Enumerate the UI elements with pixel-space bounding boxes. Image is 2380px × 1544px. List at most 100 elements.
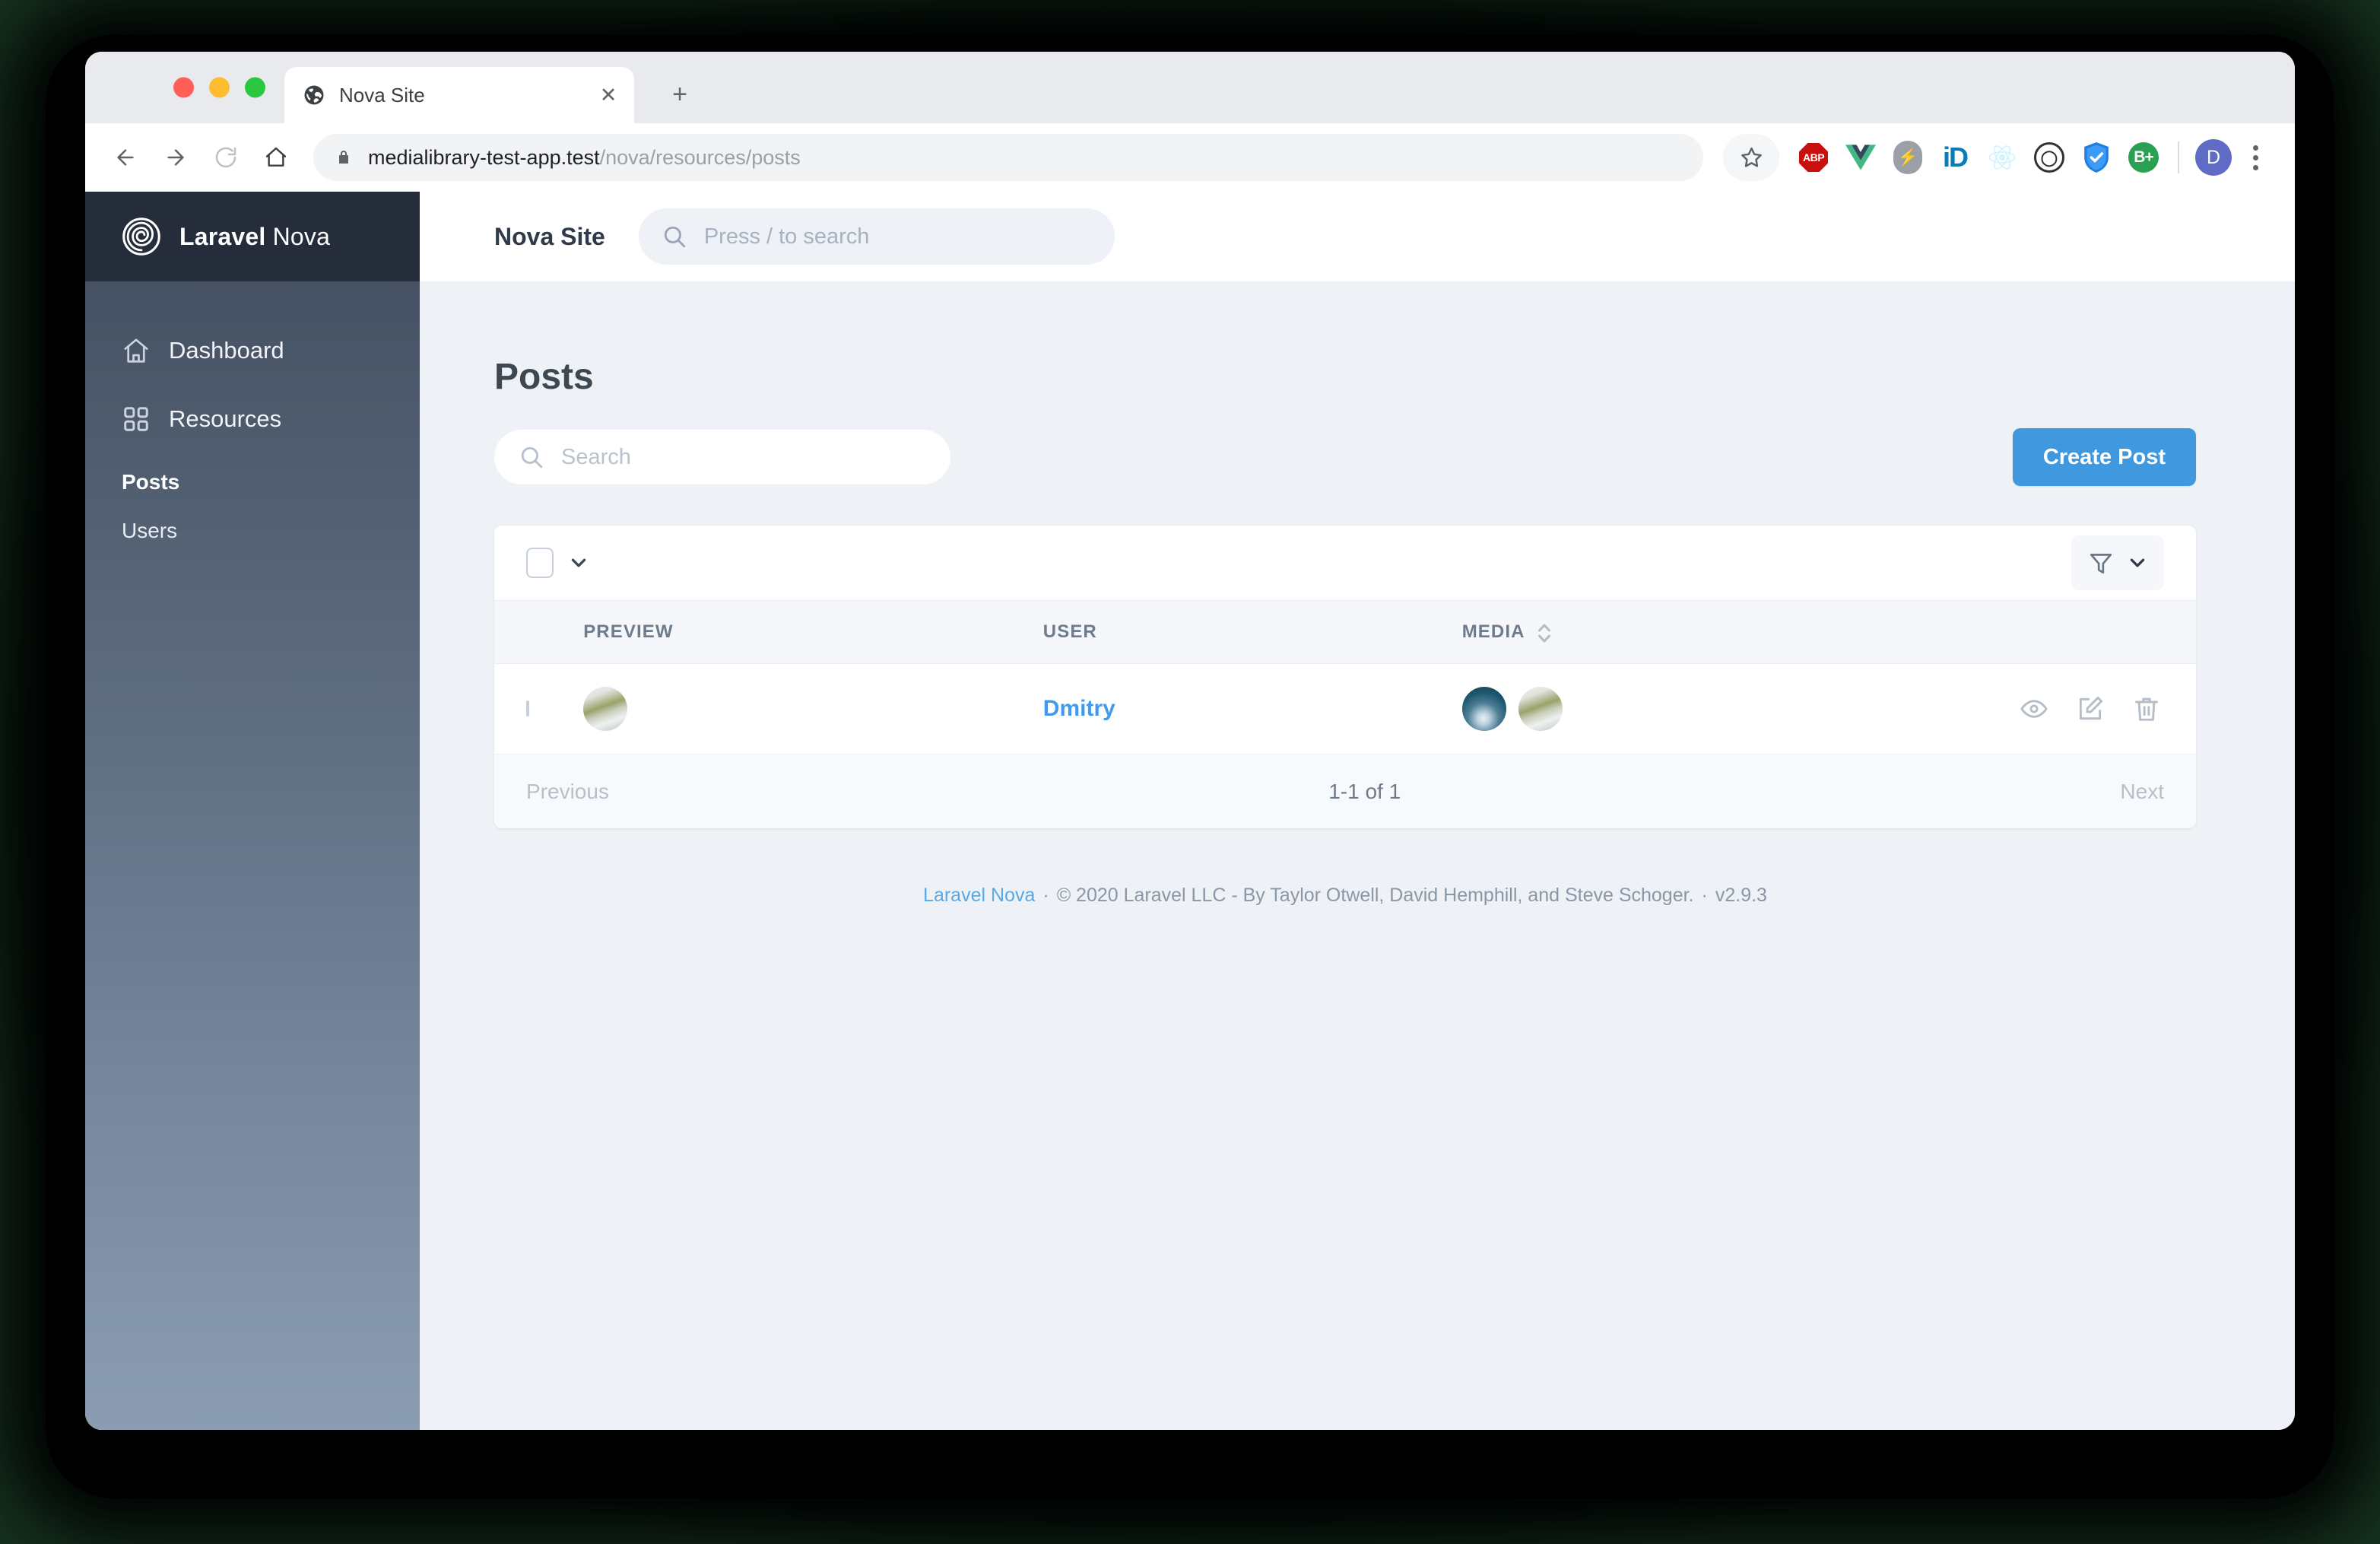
react-devtools-icon[interactable] [1979,134,2026,181]
column-label: MEDIA [1461,621,1525,642]
three-dots-icon[interactable] [2237,136,2274,179]
reload-button[interactable] [202,134,249,181]
trash-icon[interactable] [2132,694,2161,723]
search-placeholder: Search [561,444,631,469]
star-icon[interactable] [1723,134,1779,181]
adblock-plus-icon[interactable]: ABP [1790,134,1837,181]
row-checkbox-cell [494,664,583,755]
bolt-extension-icon[interactable]: ⚡ [1884,134,1931,181]
sidebar-item-users[interactable]: Users [85,511,420,551]
row-actions-cell [2020,664,2196,755]
footer-separator: · [1042,885,1049,906]
media-cell [1461,664,2020,755]
minimize-window-button[interactable] [209,77,230,98]
pagination-bar: Previous 1-1 of 1 Next [494,754,2196,828]
sidebar-subitem-label: Posts [122,470,180,494]
maximize-window-button[interactable] [245,77,265,98]
sidebar-brand[interactable]: Laravel Nova [85,192,420,281]
chevron-down-icon[interactable] [569,553,589,573]
brand-regular: Nova [265,222,331,250]
chevron-down-icon [2128,553,2147,573]
global-search-placeholder: Press / to search [703,224,870,249]
preview-cell [583,664,1043,755]
new-tab-button[interactable]: + [663,78,697,111]
sidebar-item-posts[interactable]: Posts [85,462,420,502]
resource-toolbar: Search Create Post [494,428,2196,486]
url-path: /nova/resources/posts [599,145,801,169]
media-thumbnail[interactable] [1518,687,1563,731]
table-body: Dmitry [494,664,2196,755]
global-search-input[interactable]: Press / to search [638,208,1115,265]
create-post-button[interactable]: Create Post [2012,428,2196,486]
sort-arrows-icon[interactable] [1536,621,1553,643]
jetbrains-ide-icon[interactable]: iD [1931,134,1979,181]
address-bar[interactable]: medialibrary-test-app.test/nova/resource… [313,134,1703,181]
browser-toolbar: medialibrary-test-app.test/nova/resource… [85,123,2295,192]
sidebar-item-label: Resources [169,405,282,432]
user-link[interactable]: Dmitry [1043,696,1115,721]
table-row[interactable]: Dmitry [494,664,2196,755]
sidebar-item-dashboard[interactable]: Dashboard [85,326,420,376]
pagination-count: 1-1 of 1 [1328,779,1401,803]
column-label: PREVIEW [583,621,674,642]
page-body: Posts Search Create Post PREVIEW USER ME… [420,281,2295,1430]
close-window-button[interactable] [173,77,194,98]
1password-icon[interactable]: ◯ [2026,134,2073,181]
select-all-checkbox[interactable] [526,548,554,578]
url-domain: medialibrary-test-app.test [368,145,600,169]
site-name: Nova Site [494,222,605,250]
back-button[interactable] [102,134,149,181]
search-icon [519,444,544,470]
sidebar-item-label: Dashboard [169,337,284,364]
pencil-square-icon[interactable] [2076,694,2105,723]
sidebar-item-resources[interactable]: Resources [85,394,420,444]
page-title: Posts [494,357,594,397]
nova-spiral-logo-icon [122,217,161,256]
home-icon [122,336,151,365]
search-icon [662,224,687,249]
sidebar: Laravel Nova Dashboard Resources Posts U… [85,192,420,1430]
search-input[interactable]: Search [494,430,950,484]
eye-icon[interactable] [2020,694,2048,723]
blue-shield-security-icon[interactable] [2073,134,2120,181]
browser-window: Nova Site ✕ + medialibrary-test-app.test… [85,52,2295,1430]
sidebar-nav: Dashboard Resources Posts Users [85,281,420,560]
brand-bold: Laravel [179,222,266,250]
media-thumbnail[interactable] [1461,687,1506,731]
column-media[interactable]: MEDIA [1462,601,2020,664]
page-viewport: Laravel Nova Dashboard Resources Posts U… [85,192,2295,1430]
previous-page-button[interactable]: Previous [526,780,609,804]
table-head: PREVIEW USER MEDIA [494,600,2196,664]
footer-link[interactable]: Laravel Nova [923,885,1035,906]
tab-title: Nova Site [339,83,425,106]
browser-tab[interactable]: Nova Site ✕ [284,67,634,123]
row-checkbox[interactable] [526,701,529,716]
extension-bar: ABP ⚡ iD ◯ B+ D [1723,134,2274,181]
table-header-bar [494,526,2196,600]
forward-button[interactable] [152,134,199,181]
b-plus-icon[interactable]: B+ [2120,134,2167,181]
grid-icon [122,405,151,434]
resource-table-card: PREVIEW USER MEDIA Dmitry Previous 1-1 o… [494,526,2196,828]
close-icon[interactable]: ✕ [596,83,620,107]
browser-tab-strip: Nova Site ✕ + [85,52,2295,123]
window-traffic-lights [173,77,265,98]
footer: Laravel Nova · © 2020 Laravel LLC - By Tay… [494,885,2196,907]
toolbar-divider [2178,141,2179,173]
column-preview: PREVIEW [583,601,1043,664]
brand-text: Laravel Nova [179,223,330,251]
vue-devtools-icon[interactable] [1837,134,1884,181]
lock-icon [335,148,353,167]
filter-button[interactable] [2071,535,2164,590]
content-area: Nova Site Press / to search Posts Search… [420,192,2295,1430]
app-topbar: Nova Site Press / to search [420,192,2295,281]
table-header-row: PREVIEW USER MEDIA [494,600,2196,664]
home-button[interactable] [252,134,300,181]
next-page-button[interactable]: Next [2120,780,2164,804]
sidebar-subitem-label: Users [122,519,178,542]
footer-copyright: © 2020 Laravel LLC - By Taylor Otwell, D… [1056,885,1694,906]
url-text: medialibrary-test-app.test/nova/resource… [368,146,801,170]
avatar[interactable]: D [2190,134,2237,181]
column-label: USER [1042,621,1097,642]
preview-thumbnail[interactable] [583,687,628,731]
